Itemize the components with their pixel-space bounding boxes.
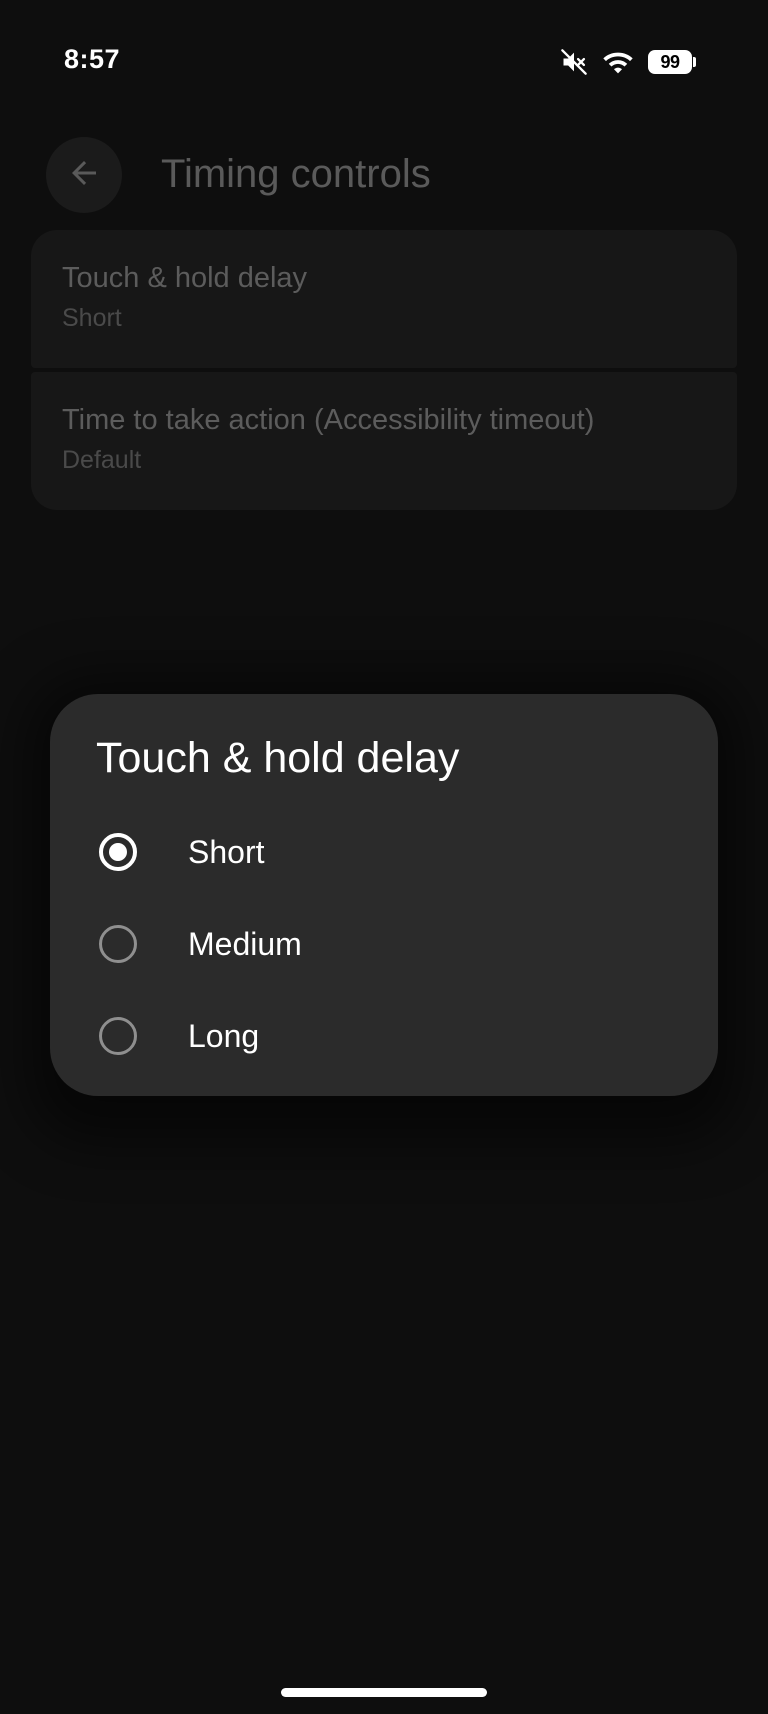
setting-title: Touch & hold delay bbox=[62, 262, 308, 294]
back-button[interactable] bbox=[46, 137, 122, 213]
arrow-back-icon bbox=[66, 155, 102, 196]
setting-value: Short bbox=[62, 304, 122, 332]
option-label: Short bbox=[188, 834, 265, 870]
status-bar: 8:57 99 bbox=[0, 0, 768, 120]
setting-value: Default bbox=[62, 446, 142, 474]
home-indicator[interactable] bbox=[281, 1688, 487, 1697]
option-long[interactable]: Long bbox=[50, 990, 718, 1082]
radio-unchecked-icon[interactable] bbox=[99, 1017, 137, 1055]
battery-icon: 99 bbox=[648, 50, 696, 74]
setting-touch-hold-delay[interactable]: Touch & hold delay Short bbox=[31, 230, 737, 368]
status-time: 8:57 bbox=[64, 44, 121, 74]
radio-unchecked-icon[interactable] bbox=[99, 925, 137, 963]
battery-cap bbox=[693, 57, 696, 67]
status-icons: 99 bbox=[560, 46, 696, 78]
mute-icon bbox=[560, 48, 588, 76]
option-label: Long bbox=[188, 1018, 260, 1054]
radio-dot bbox=[109, 843, 127, 861]
dialog-title: Touch & hold delay bbox=[96, 734, 460, 782]
setting-accessibility-timeout[interactable]: Time to take action (Accessibility timeo… bbox=[31, 372, 737, 510]
option-label: Medium bbox=[188, 926, 302, 962]
page-title: Timing controls bbox=[161, 152, 431, 196]
wifi-icon bbox=[602, 48, 634, 76]
timing-controls-page: 8:57 99 Timing controls Touch & hold del… bbox=[0, 0, 768, 1714]
touch-hold-delay-dialog: Touch & hold delay Short Medium Long bbox=[50, 694, 718, 1096]
option-medium[interactable]: Medium bbox=[50, 898, 718, 990]
option-short[interactable]: Short bbox=[50, 806, 718, 898]
app-header: Timing controls bbox=[0, 130, 768, 220]
battery-level: 99 bbox=[648, 50, 692, 74]
setting-title: Time to take action (Accessibility timeo… bbox=[62, 404, 595, 436]
radio-checked-icon[interactable] bbox=[99, 833, 137, 871]
